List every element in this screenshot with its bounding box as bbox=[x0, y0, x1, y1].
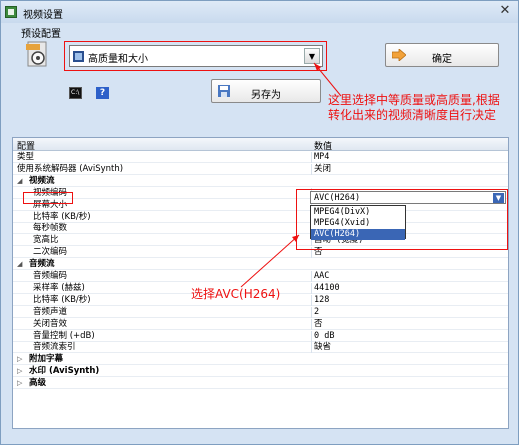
annotation-arrows bbox=[240, 62, 342, 288]
video-settings-window: 视频设置 ✕ 预设配置 高质量和大小 ▼ 确定 ? 另存为 这里选择中等质量或高… bbox=[0, 0, 519, 445]
annotation-arrow-codec bbox=[240, 234, 300, 288]
